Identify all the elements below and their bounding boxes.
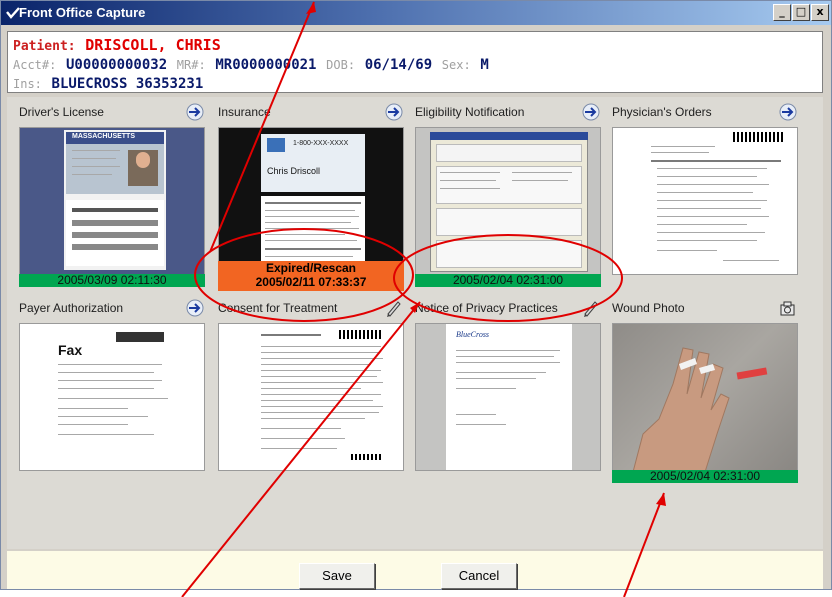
scan-arrow-icon[interactable] (778, 102, 798, 122)
insurance-phone-text: 1-800-XXX-XXXX (293, 140, 349, 147)
scan-timestamp: 2005/02/04 02:31:00 (612, 470, 798, 483)
eligibility-screen-thumbnail[interactable] (415, 127, 601, 275)
patient-info-panel: Patient: DRISCOLL, CHRIS Acct#: U0000000… (7, 31, 823, 93)
window-title: Front Office Capture (19, 5, 146, 20)
sex-value: M (480, 57, 489, 73)
drivers-license-thumbnail[interactable]: MASSACHUSETTS (19, 127, 205, 275)
doc-title: Notice of Privacy Practices (415, 301, 558, 315)
sign-pen-icon[interactable] (384, 298, 404, 318)
doc-title: Physician's Orders (612, 105, 712, 119)
dob-label: DOB: (326, 58, 356, 72)
ins-label: Ins: (13, 77, 42, 91)
acct-value: U00000000032 (66, 57, 168, 73)
expired-rescan-text: Expired/Rescan (265, 261, 357, 275)
sex-label: Sex: (441, 58, 471, 72)
license-state-text: MASSACHUSETTS (72, 133, 136, 140)
doc-title: Consent for Treatment (218, 301, 338, 315)
doc-title: Payer Authorization (19, 301, 124, 315)
title-bar[interactable]: Front Office Capture _ □ x (1, 1, 831, 25)
insurance-member-name: Chris Driscoll (267, 166, 321, 176)
payer-fax-thumbnail[interactable]: Fax (19, 323, 205, 471)
scan-arrow-icon[interactable] (384, 102, 404, 122)
scan-timestamp: 2005/02/04 02:31:00 (415, 274, 601, 287)
fax-heading: Fax (58, 342, 83, 358)
scan-timestamp: 2005/02/11 07:33:37 (255, 275, 367, 289)
patient-label: Patient: (13, 39, 76, 54)
button-footer (7, 551, 823, 589)
ins-value: BLUECROSS 36353231 (51, 76, 204, 92)
physicians-orders-thumbnail[interactable] (612, 127, 798, 275)
acct-label: Acct#: (13, 58, 57, 72)
patient-name: DRISCOLL, CHRIS (85, 36, 221, 54)
save-button[interactable]: Save (299, 563, 375, 589)
doc-title: Eligibility Notification (415, 105, 525, 119)
app-window: Front Office Capture _ □ x Patient: DRIS… (0, 0, 832, 590)
mr-label: MR#: (176, 58, 206, 72)
camera-icon[interactable] (778, 298, 798, 318)
doc-title: Wound Photo (612, 301, 685, 315)
dob-value: 06/14/69 (364, 57, 433, 73)
insurance-card-thumbnail[interactable]: 1-800-XXX-XXXX Chris Driscoll (218, 127, 404, 275)
minimize-button[interactable]: _ (773, 4, 791, 21)
scan-arrow-icon[interactable] (185, 102, 205, 122)
wound-photo-thumbnail[interactable] (612, 323, 798, 471)
privacy-notice-thumbnail[interactable]: BlueCross (415, 323, 601, 471)
maximize-button[interactable]: □ (792, 4, 810, 21)
doc-title: Driver's License (19, 105, 104, 119)
scan-timestamp: 2005/03/09 02:11:30 (19, 274, 205, 287)
consent-form-thumbnail[interactable] (218, 323, 404, 471)
expired-stamp: Expired/Rescan 2005/02/11 07:33:37 (218, 261, 404, 291)
doc-title: Insurance (218, 105, 271, 119)
scan-arrow-icon[interactable] (581, 102, 601, 122)
mr-value: MR0000000021 (215, 57, 317, 73)
cancel-button[interactable]: Cancel (441, 563, 517, 589)
hand-photo (633, 347, 768, 470)
sign-pen-icon[interactable] (581, 298, 601, 318)
close-button[interactable]: x (811, 4, 829, 21)
notice-logo-text: BlueCross (456, 330, 490, 339)
scan-arrow-icon[interactable] (185, 298, 205, 318)
document-grid: Driver's License MASSACHUSETTS 2005/03/0… (7, 97, 823, 549)
